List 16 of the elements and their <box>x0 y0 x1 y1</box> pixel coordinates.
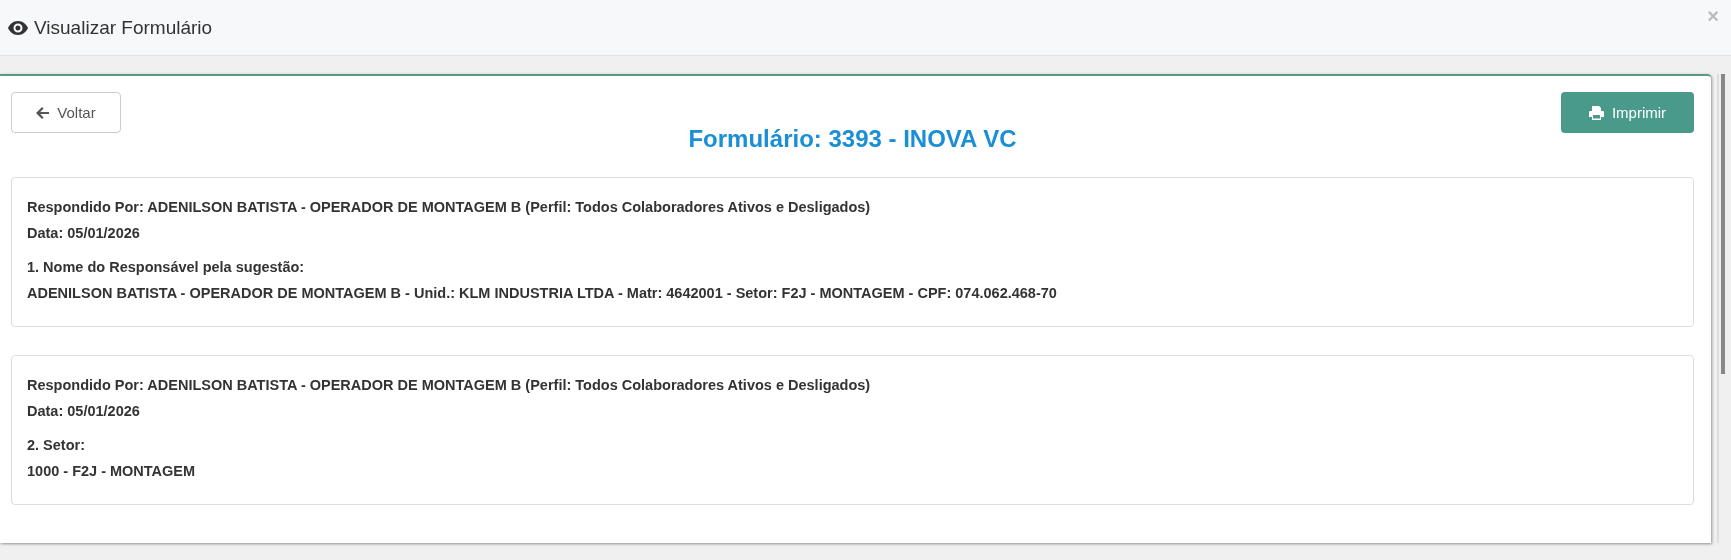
question-label: 1. Nome do Responsável pela sugestão: <box>27 258 306 277</box>
form-heading: Formulário: 3393 - INOVA VC <box>687 125 1018 153</box>
back-button[interactable]: Voltar <box>11 92 121 133</box>
responded-by: Respondido Por: ADENILSON BATISTA - OPERADOR DE MONTAGEM B (Perfil: Todos Colaboradores Ativos e Desligados) <box>27 376 872 395</box>
print-button[interactable]: Imprimir <box>1561 92 1694 133</box>
eye-icon <box>8 20 28 35</box>
answer-date: Data: 05/01/2026 <box>27 402 141 421</box>
responded-by: Respondido Por: ADENILSON BATISTA - OPERADOR DE MONTAGEM B (Perfil: Todos Colaboradores Ativos e Desligados) <box>27 198 872 217</box>
question-label: 2. Setor: <box>27 436 86 455</box>
window-title: Visualizar Formulário <box>34 16 214 39</box>
answer-text: ADENILSON BATISTA - OPERADOR DE MONTAGEM B - Unid.: KLM INDUSTRIA LTDA - Matr: 4642001 - Setor: F2J - MONTAGEM - CPF: 074.062.468-70 <box>27 284 1058 303</box>
answer-text: 1000 - F2J - MONTAGEM <box>27 462 197 481</box>
close-button[interactable]: × <box>1707 5 1719 28</box>
answer-date: Data: 05/01/2026 <box>27 224 141 243</box>
printer-icon <box>1588 105 1604 120</box>
arrow-left-icon <box>36 106 50 119</box>
